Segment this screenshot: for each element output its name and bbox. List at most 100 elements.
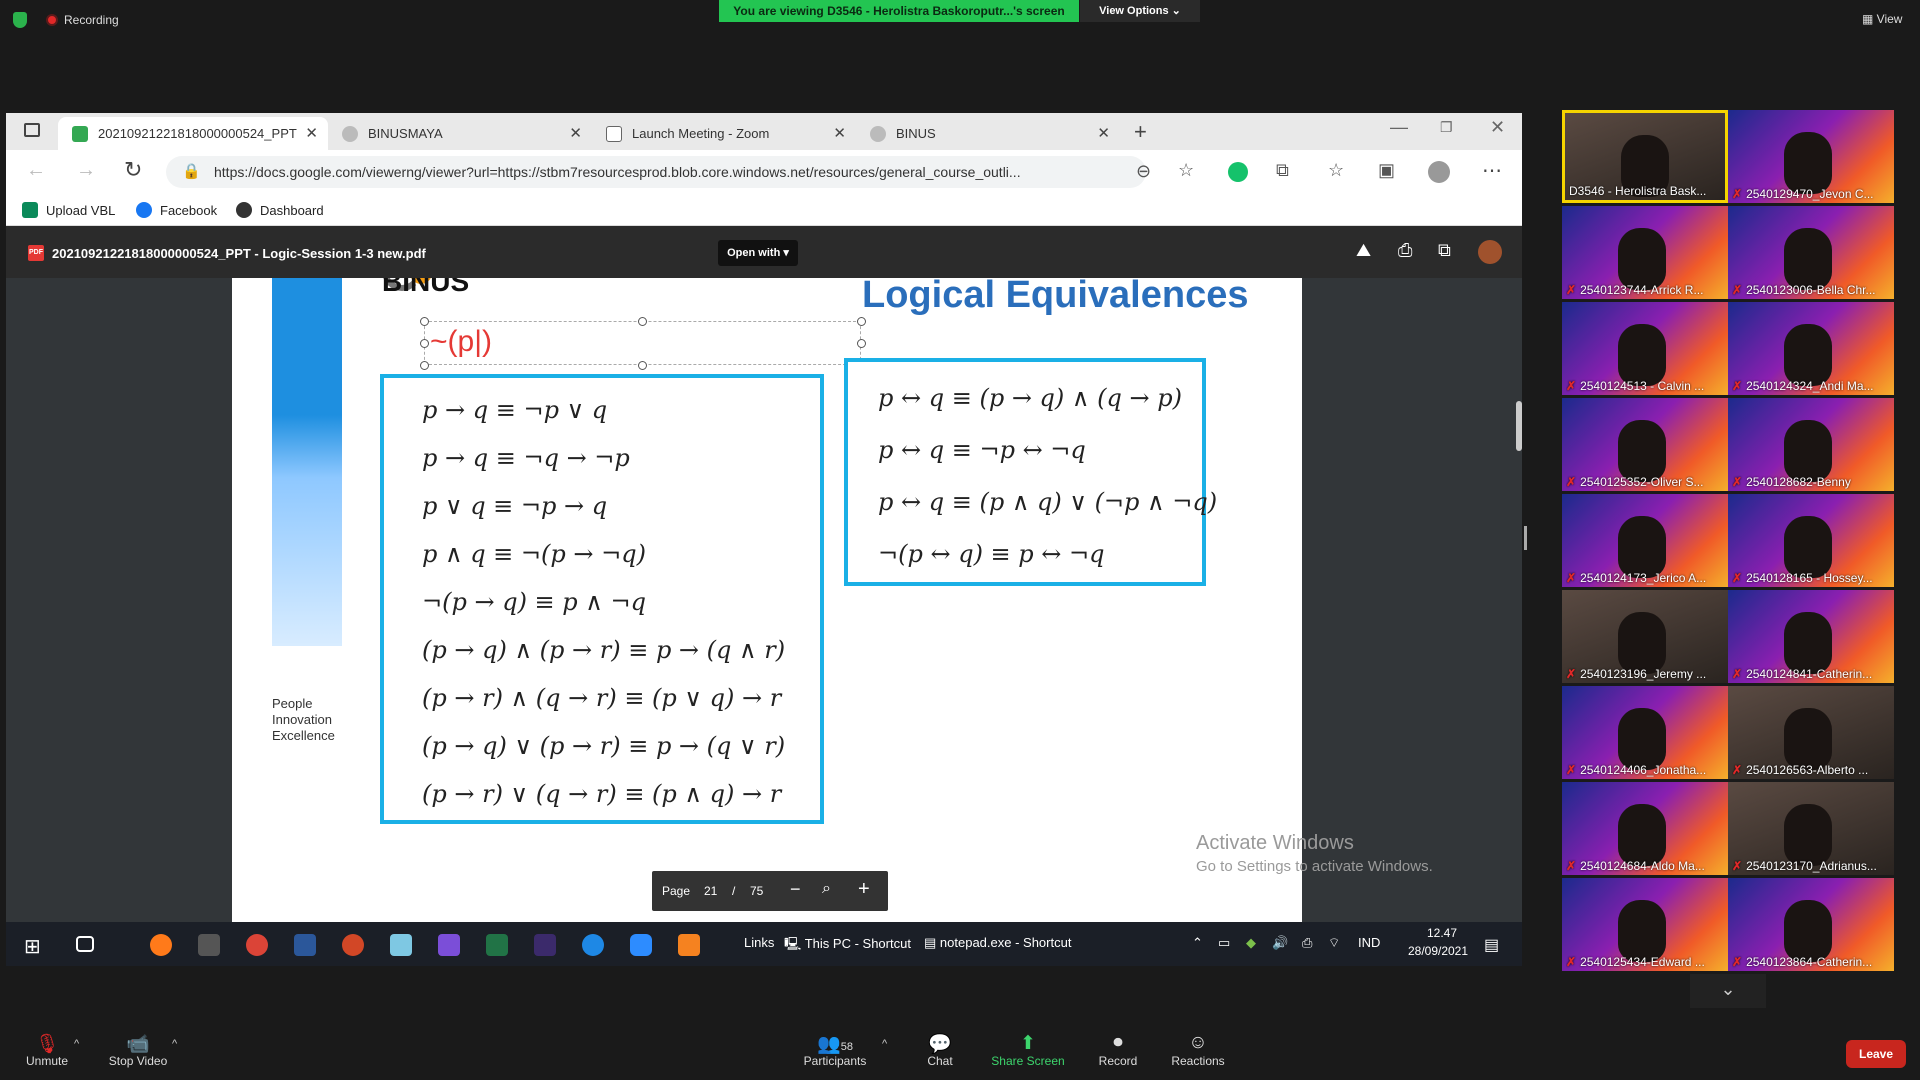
minimize-button[interactable]: — [1390, 117, 1408, 138]
back-icon[interactable]: ← [26, 159, 46, 182]
volume-icon[interactable]: 🔊 [1272, 935, 1288, 951]
open-new-window-icon[interactable]: ⧉ [1438, 240, 1451, 261]
share-screen-button[interactable]: ⬆ Share Screen [990, 1032, 1066, 1068]
url-input[interactable]: 🔒 https://docs.google.com/viewerng/viewe… [166, 156, 1146, 188]
participant-tile[interactable]: ✗ 2540124324_Andi Ma... [1728, 302, 1894, 395]
page-current[interactable]: 21 [704, 884, 717, 898]
bookmark-upload-vbl[interactable]: Upload VBL [22, 202, 115, 218]
onenote-icon[interactable] [438, 934, 460, 956]
participant-tile[interactable]: D3546 - Herolistra Bask... [1562, 110, 1728, 203]
close-window-button[interactable]: ✕ [1490, 117, 1505, 138]
record-button[interactable]: ⏺ Record [1096, 1032, 1140, 1068]
gallery-next-page-icon[interactable]: ⌄ [1690, 974, 1766, 1008]
chrome-icon[interactable] [246, 934, 268, 956]
edge-icon[interactable] [582, 934, 604, 956]
restore-button[interactable]: ❐ [1440, 119, 1453, 136]
panel-splitter[interactable] [1524, 526, 1527, 550]
more-menu-icon[interactable]: ⋯ [1482, 158, 1502, 183]
participant-tile[interactable]: ✗ 2540124513 - Calvin ... [1562, 302, 1728, 395]
tab-binusmaya[interactable]: BINUSMAYA ✕ [328, 117, 592, 150]
app-icon[interactable] [534, 934, 556, 956]
add-to-drive-icon[interactable]: ⛰ [1356, 240, 1371, 261]
stop-video-button[interactable]: 📹 Stop Video [106, 1032, 170, 1068]
participant-tile[interactable]: ✗ 2540125352-Oliver S... [1562, 398, 1728, 491]
bookmark-facebook[interactable]: Facebook [136, 202, 217, 218]
participant-tile[interactable]: ✗ 2540123864-Catherin... [1728, 878, 1894, 971]
resize-handle[interactable] [420, 339, 429, 348]
participants-options-caret[interactable]: ^ [882, 1038, 887, 1050]
language-indicator[interactable]: IND [1358, 935, 1380, 950]
zoom-out-icon[interactable]: ⊖ [1136, 161, 1151, 182]
favorite-star-icon[interactable]: ☆ [1178, 160, 1194, 181]
reactions-button[interactable]: ☺ Reactions [1168, 1032, 1228, 1068]
view-button[interactable]: ▦ View [1862, 12, 1902, 26]
tab-binus[interactable]: BINUS ✕ [856, 117, 1120, 150]
print-icon[interactable]: ⎙ [1398, 240, 1412, 261]
reload-icon[interactable]: ↻ [124, 157, 142, 183]
links-label[interactable]: Links [744, 935, 774, 950]
participant-tile[interactable]: ✗ 2540124841-Catherin... [1728, 590, 1894, 683]
resize-handle[interactable] [638, 317, 647, 326]
tray-expand-icon[interactable]: ⌃ [1192, 935, 1203, 951]
resize-handle[interactable] [420, 361, 429, 370]
account-avatar[interactable] [1478, 240, 1502, 264]
participant-tile[interactable]: ✗ 2540123170_Adrianus... [1728, 782, 1894, 875]
windows-start-icon[interactable]: ⊞ [24, 934, 46, 958]
view-options-button[interactable]: View Options ⌄ [1080, 0, 1200, 22]
participant-tile[interactable]: ✗ 2540123196_Jeremy ... [1562, 590, 1728, 683]
zoom-app-icon[interactable] [630, 934, 652, 956]
extensions-icon[interactable]: ⧉ [1276, 160, 1289, 181]
new-tab-button[interactable]: + [1134, 119, 1147, 145]
tab-launch-meeting[interactable]: Launch Meeting - Zoom ✕ [592, 117, 856, 150]
clock-time[interactable]: 12.47 [1414, 926, 1470, 940]
participant-tile[interactable]: ✗ 2540129470_Jevon C... [1728, 110, 1894, 203]
notification-icon[interactable]: ▤ [1484, 935, 1499, 955]
unmute-button[interactable]: 🎙 Unmute [22, 1032, 72, 1068]
this-pc-shortcut[interactable]: 🖳 This PC - Shortcut [784, 935, 911, 957]
participant-tile[interactable]: ✗ 2540126563-Alberto ... [1728, 686, 1894, 779]
participant-tile[interactable]: ✗ 2540128682-Benny [1728, 398, 1894, 491]
zoom-out-button[interactable]: − [790, 879, 801, 900]
grammarly-icon[interactable] [1228, 162, 1248, 182]
participants-button[interactable]: 👥58 Participants [800, 1032, 870, 1068]
participant-tile[interactable]: ✗ 2540123744-Arrick R... [1562, 206, 1728, 299]
profile-avatar[interactable] [1428, 161, 1450, 183]
participant-tile[interactable]: ✗ 2540124406_Jonatha... [1562, 686, 1728, 779]
nvidia-icon[interactable]: ◆ [1246, 935, 1256, 951]
collections-icon[interactable]: ▣ [1378, 160, 1395, 181]
zoom-in-button[interactable]: + [858, 878, 870, 901]
battery-icon[interactable]: ▭ [1218, 935, 1230, 951]
notepad-shortcut[interactable]: ▤ notepad.exe - Shortcut [924, 935, 1071, 951]
powerpoint-icon[interactable] [342, 934, 364, 956]
participant-tile[interactable]: ✗ 2540124684-Aldo Ma... [1562, 782, 1728, 875]
audio-options-caret[interactable]: ^ [74, 1038, 79, 1050]
scrollbar-thumb[interactable] [1516, 401, 1522, 451]
wifi-icon[interactable]: ⌔ [1328, 935, 1340, 951]
tab-actions-icon[interactable] [24, 123, 40, 137]
close-tab-icon[interactable]: ✕ [305, 124, 318, 142]
app-icon[interactable] [390, 934, 412, 956]
resize-handle[interactable] [420, 317, 429, 326]
clapper-app-icon[interactable] [198, 934, 220, 956]
close-tab-icon[interactable]: ✕ [569, 124, 582, 142]
close-tab-icon[interactable]: ✕ [833, 124, 846, 142]
word-icon[interactable] [294, 934, 316, 956]
printer-tray-icon[interactable]: ⎙ [1302, 935, 1312, 951]
resize-handle[interactable] [638, 361, 647, 370]
resize-handle[interactable] [857, 339, 866, 348]
leave-button[interactable]: Leave [1846, 1040, 1906, 1068]
clock-date[interactable]: 28/09/2021 [1398, 944, 1478, 958]
participant-tile[interactable]: ✗ 2540123006-Bella Chr... [1728, 206, 1894, 299]
participant-tile[interactable]: ✗ 2540128165 - Hossey... [1728, 494, 1894, 587]
open-with-button[interactable]: Open with ▾ [718, 240, 798, 266]
video-options-caret[interactable]: ^ [172, 1038, 177, 1050]
excel-icon[interactable] [486, 934, 508, 956]
task-view-icon[interactable] [76, 936, 94, 952]
forward-icon[interactable]: → [76, 159, 96, 182]
firefox-icon[interactable] [150, 934, 172, 956]
annotation-text[interactable]: ~(p|) [430, 325, 492, 359]
participant-tile[interactable]: ✗ 2540124173_Jerico A... [1562, 494, 1728, 587]
bookmark-dashboard[interactable]: Dashboard [236, 202, 324, 218]
zoom-icon[interactable]: ⌕ [822, 880, 831, 898]
resize-handle[interactable] [857, 317, 866, 326]
